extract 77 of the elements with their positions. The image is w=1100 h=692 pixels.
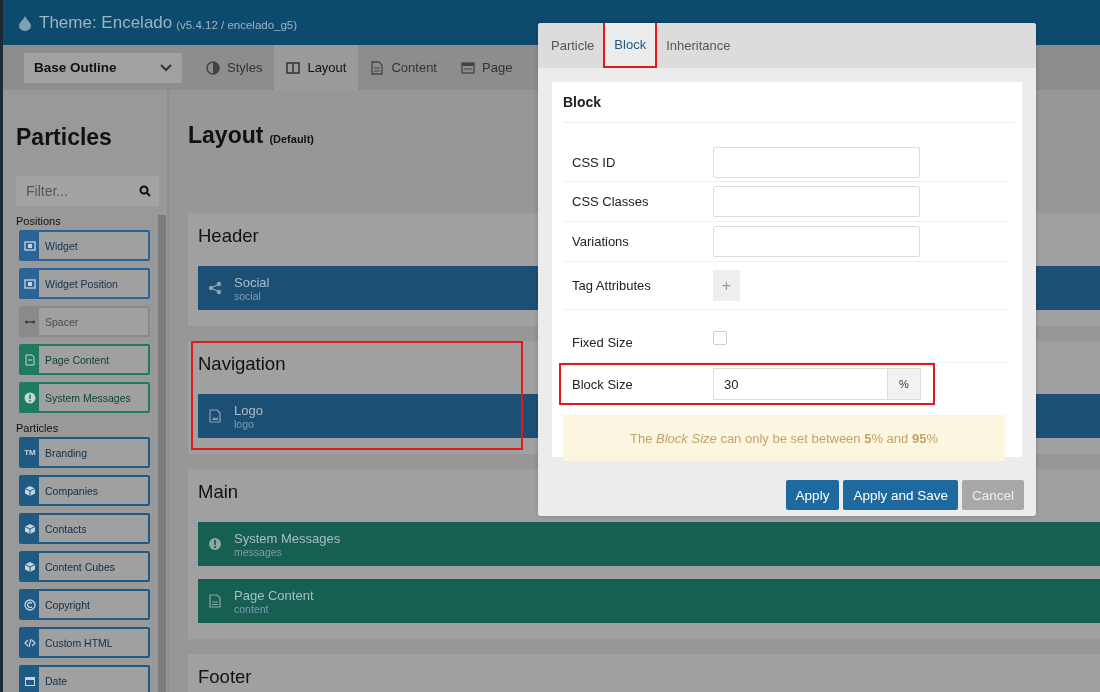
dialog-tab[interactable]: Inheritance bbox=[657, 23, 740, 68]
checkbox[interactable] bbox=[713, 331, 727, 345]
particle-item[interactable]: Widget Position bbox=[19, 268, 150, 299]
panel-title: Block bbox=[563, 82, 1015, 123]
block-type: content bbox=[234, 602, 270, 615]
particle-item[interactable]: Contacts bbox=[19, 513, 150, 544]
particle-item[interactable]: System Messages bbox=[19, 382, 150, 413]
particle-item[interactable]: Widget bbox=[19, 230, 150, 261]
cube-icon bbox=[24, 484, 36, 497]
layout-title: Layout bbox=[188, 122, 264, 149]
image-file-icon bbox=[208, 409, 222, 423]
field-label: Variations bbox=[572, 234, 630, 249]
caret-icon bbox=[160, 63, 172, 72]
block-type: logo bbox=[234, 417, 254, 430]
scrollbar[interactable] bbox=[158, 215, 166, 692]
particle-item[interactable]: Date bbox=[19, 665, 150, 692]
block-name: System Messages bbox=[234, 530, 341, 546]
document-icon bbox=[208, 594, 222, 608]
sidebar-title: Particles bbox=[16, 124, 113, 151]
outline-select[interactable]: Base Outline bbox=[24, 52, 182, 83]
field-label: Block Size bbox=[572, 376, 634, 392]
dialog-tab[interactable]: Block bbox=[603, 23, 658, 68]
nav-tab[interactable]: Content bbox=[358, 45, 449, 90]
apply-button[interactable]: Apply bbox=[785, 480, 840, 510]
section-title: Header bbox=[198, 225, 259, 248]
dialog-tab[interactable]: Particle bbox=[542, 23, 604, 68]
particle-item[interactable]: Content Cubes bbox=[19, 551, 150, 582]
text-field[interactable] bbox=[713, 186, 920, 217]
layout-subtitle: (Default) bbox=[269, 133, 314, 145]
apply-button[interactable]: Apply and Save bbox=[843, 480, 958, 510]
nav-tab[interactable]: Layout bbox=[274, 45, 359, 90]
theme-title: Theme: Encelado bbox=[39, 12, 173, 33]
particle-block[interactable]: System Messages messages bbox=[198, 522, 1100, 566]
cube-icon bbox=[24, 560, 36, 573]
group-label: Positions bbox=[16, 215, 62, 228]
drop-icon bbox=[19, 14, 31, 31]
exclamation-icon bbox=[208, 537, 222, 551]
field-label: Fixed Size bbox=[572, 334, 634, 350]
field-label: CSS ID bbox=[572, 154, 617, 170]
particle-item[interactable]: Page Content bbox=[19, 344, 150, 375]
section-title: Main bbox=[198, 481, 239, 504]
filter-field[interactable]: Filter... bbox=[16, 176, 159, 206]
block-name: Page Content bbox=[234, 587, 314, 603]
block-name: Social bbox=[234, 274, 270, 290]
document-icon bbox=[370, 60, 385, 75]
trademark-icon: TM bbox=[24, 448, 36, 457]
text-field[interactable] bbox=[713, 146, 920, 178]
particle-item[interactable]: Copyright bbox=[19, 589, 150, 620]
block-name: Logo bbox=[234, 402, 263, 418]
particle-block[interactable]: Page Content content bbox=[198, 579, 1100, 623]
search-icon bbox=[139, 185, 151, 197]
share-icon bbox=[208, 281, 222, 295]
section-title: Navigation bbox=[198, 353, 286, 376]
code-icon bbox=[24, 636, 36, 649]
group-label: Particles bbox=[16, 422, 60, 435]
widget-icon bbox=[24, 239, 36, 252]
nav-tab[interactable]: Page bbox=[449, 45, 525, 90]
particle-item[interactable]: TM Branding bbox=[19, 437, 150, 468]
size-field[interactable]: 30 bbox=[713, 368, 887, 400]
particle-item[interactable]: Custom HTML bbox=[19, 627, 150, 658]
section-title: Footer bbox=[198, 666, 252, 689]
window-icon bbox=[461, 60, 475, 75]
columns-icon bbox=[286, 60, 301, 75]
particle-item[interactable]: Companies bbox=[19, 475, 150, 506]
size-notice: The Block Size can only be set between 5% and 95% bbox=[630, 430, 938, 446]
text-field[interactable] bbox=[713, 226, 920, 257]
field-label: Tag Attributes bbox=[572, 278, 652, 293]
block-type: social bbox=[234, 289, 262, 302]
copy-icon bbox=[24, 598, 36, 611]
particle-item[interactable]: Spacer bbox=[19, 306, 150, 337]
theme-version: (v5.4.12 / encelado_g5) bbox=[176, 18, 298, 31]
nav-tab[interactable]: Styles bbox=[194, 45, 275, 90]
block-type: messages bbox=[234, 545, 282, 558]
contrast-icon bbox=[206, 60, 220, 75]
unit-addon: % bbox=[887, 368, 921, 400]
field-label: CSS Classes bbox=[572, 194, 650, 209]
cube-icon bbox=[24, 522, 36, 535]
